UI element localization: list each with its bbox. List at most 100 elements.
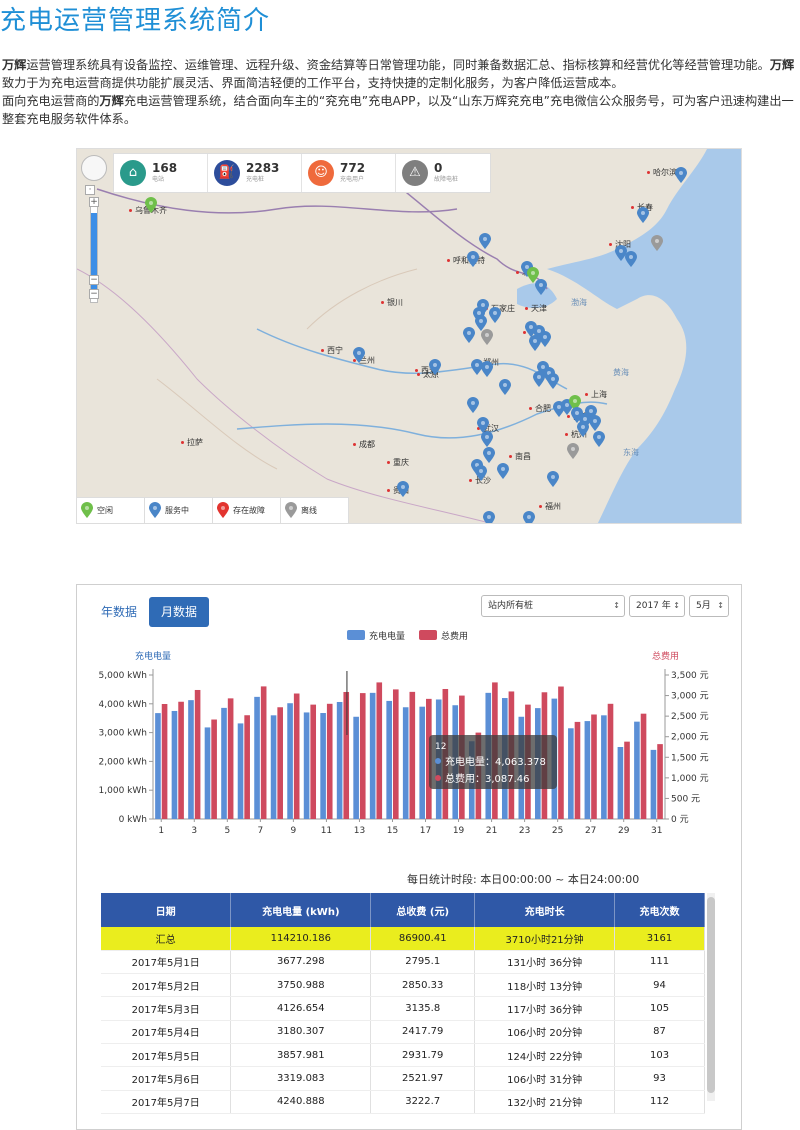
pan-control[interactable] [81, 155, 107, 181]
bar-energy[interactable] [155, 713, 161, 819]
station-pin-icon[interactable] [651, 235, 663, 251]
station-map[interactable]: · + − − ⌂168电站⛽2283充电桩☺772充电用户⚠0故障电桩 乌鲁木… [76, 148, 742, 524]
bar-cost[interactable] [194, 689, 201, 819]
station-pin-icon[interactable] [483, 447, 495, 463]
year-select[interactable]: 2017 年 [629, 595, 685, 617]
legend-item[interactable]: 存在故障 [213, 498, 281, 523]
station-pin-icon[interactable] [589, 415, 601, 431]
column-header[interactable]: 充电次数 [614, 893, 705, 927]
station-pin-icon[interactable] [397, 481, 409, 497]
station-pin-icon[interactable] [547, 471, 559, 487]
pile-select[interactable]: 站内所有桩 [481, 595, 625, 617]
station-pin-icon[interactable] [481, 361, 493, 377]
bar-cost[interactable] [161, 704, 168, 819]
station-pin-icon[interactable] [489, 307, 501, 323]
station-pin-icon[interactable] [593, 431, 605, 447]
legend-item[interactable]: 服务中 [145, 498, 213, 523]
bar-energy[interactable] [386, 700, 392, 819]
tab-month-data[interactable]: 月数据 [149, 597, 210, 627]
zoom-control[interactable] [81, 155, 107, 181]
station-pin-icon[interactable] [483, 511, 495, 523]
daily-charging-chart[interactable]: 充电电量 总费用充电电量 总费用0 kWh1,000 kWh2,000 kWh3,0… [77, 625, 742, 875]
bar-cost[interactable] [376, 682, 383, 819]
tab-year-data[interactable]: 年数据 [89, 597, 149, 627]
bar-cost[interactable] [558, 686, 564, 819]
bar-cost[interactable] [657, 744, 663, 819]
station-pin-icon[interactable] [481, 431, 493, 447]
bar-energy[interactable] [171, 710, 178, 819]
month-select[interactable]: 5月 [689, 595, 729, 617]
bar-energy[interactable] [650, 749, 657, 819]
legend-item[interactable]: 离线 [281, 498, 349, 523]
column-header[interactable]: 总收费 (元) [370, 893, 476, 927]
station-pin-icon[interactable] [535, 279, 547, 295]
bar-cost[interactable] [244, 715, 250, 819]
bar-cost[interactable] [227, 698, 234, 819]
station-pin-icon[interactable] [429, 359, 441, 375]
column-header[interactable]: 充电时长 [474, 893, 616, 927]
station-pin-icon[interactable] [567, 443, 579, 459]
station-pin-icon[interactable] [479, 233, 491, 249]
bar-energy[interactable] [419, 706, 426, 819]
station-pin-icon[interactable] [499, 379, 511, 395]
legend-item[interactable]: 空闲 [77, 498, 145, 523]
zoom-min-icon[interactable]: − [89, 289, 99, 299]
bar-energy[interactable] [617, 747, 624, 819]
station-pin-icon[interactable] [529, 335, 541, 351]
bar-cost[interactable] [343, 691, 350, 819]
bar-energy[interactable] [287, 703, 293, 819]
station-pin-icon[interactable] [637, 207, 649, 223]
station-pin-icon[interactable] [675, 167, 687, 183]
station-pin-icon[interactable] [467, 397, 479, 413]
bar-energy[interactable] [353, 716, 359, 819]
station-pin-icon[interactable] [467, 251, 479, 267]
bar-energy[interactable] [188, 700, 194, 819]
bar-energy[interactable] [221, 707, 227, 819]
station-pin-icon[interactable] [463, 327, 475, 343]
bar-cost[interactable] [640, 713, 647, 819]
bar-cost[interactable] [624, 741, 630, 819]
bar-cost[interactable] [574, 721, 581, 819]
station-pin-icon[interactable] [475, 465, 487, 481]
station-pin-icon[interactable] [523, 511, 535, 523]
bar-cost[interactable] [293, 693, 300, 819]
zoom-step-icon[interactable]: · [85, 185, 95, 195]
station-pin-icon[interactable] [481, 329, 493, 345]
bar-cost[interactable] [326, 703, 333, 819]
scrollbar-thumb[interactable] [707, 897, 715, 1093]
bar-energy[interactable] [320, 713, 326, 819]
bar-cost[interactable] [178, 701, 184, 819]
zoom-out-icon[interactable]: − [89, 275, 99, 285]
bar-cost[interactable] [607, 703, 614, 819]
station-pin-icon[interactable] [145, 197, 157, 213]
bar-energy[interactable] [601, 715, 607, 819]
bar-energy[interactable] [254, 696, 260, 819]
bar-cost[interactable] [359, 693, 366, 819]
bar-energy[interactable] [303, 712, 310, 819]
bar-cost[interactable] [591, 714, 597, 819]
column-header[interactable]: 充电电量 (kWh) [230, 893, 372, 927]
column-header[interactable]: 日期 [101, 893, 232, 927]
table-scrollbar[interactable] [707, 893, 715, 1101]
station-pin-icon[interactable] [547, 373, 559, 389]
bar-energy[interactable] [634, 721, 640, 819]
bar-energy[interactable] [568, 728, 574, 819]
bar-cost[interactable] [392, 689, 399, 819]
station-pin-icon[interactable] [625, 251, 637, 267]
bar-energy[interactable] [369, 692, 376, 819]
station-pin-icon[interactable] [533, 371, 545, 387]
station-pin-icon[interactable] [353, 347, 365, 363]
bar-energy[interactable] [584, 721, 591, 819]
bar-energy[interactable] [402, 707, 409, 819]
bar-energy[interactable] [270, 715, 277, 819]
bar-cost[interactable] [409, 691, 416, 819]
bar-energy[interactable] [336, 701, 343, 819]
zoom-in-icon[interactable]: + [89, 197, 99, 207]
bar-energy[interactable] [204, 727, 211, 819]
bar-cost[interactable] [277, 707, 283, 819]
bar-cost[interactable] [310, 704, 317, 819]
station-pin-icon[interactable] [577, 421, 589, 437]
bar-cost[interactable] [211, 719, 217, 819]
bar-energy[interactable] [237, 723, 244, 819]
bar-cost[interactable] [260, 686, 267, 819]
